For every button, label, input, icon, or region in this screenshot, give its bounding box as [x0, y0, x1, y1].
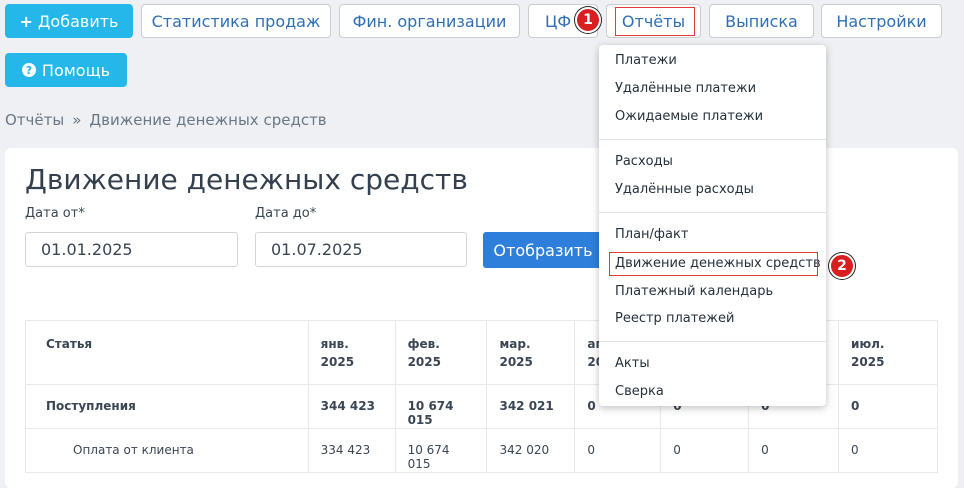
menu-divider: [599, 139, 826, 140]
date-from-label: Дата от*: [25, 206, 85, 221]
column-header: янв. 2025: [307, 320, 396, 385]
date-from-input[interactable]: 01.01.2025: [25, 232, 238, 267]
row-label: Поступления: [25, 384, 309, 429]
question-circle-icon: ?: [21, 63, 36, 77]
breadcrumb-root[interactable]: Отчёты: [5, 111, 64, 129]
date-to-input[interactable]: 01.07.2025: [255, 232, 467, 267]
table-cell: 0: [660, 428, 750, 473]
table-cell: 0: [574, 428, 662, 473]
help-button[interactable]: ? Помощь: [5, 53, 127, 87]
column-header: июл. 2025: [838, 320, 938, 385]
table-row[interactable]: Оплата от клиента 334 423 10 674 015 342…: [25, 428, 938, 473]
menu-item-acts[interactable]: Акты: [615, 356, 650, 371]
statement-button[interactable]: Выписка: [709, 4, 814, 38]
menu-item-payments[interactable]: Платежи: [615, 53, 677, 68]
table-cell: 334 423: [307, 428, 396, 473]
settings-button[interactable]: Настройки: [821, 4, 942, 38]
column-header: мар. 2025: [486, 320, 576, 385]
reports-dropdown-menu: Платежи Удалённые платежи Ожидаемые плат…: [599, 45, 826, 406]
table-cell: 0: [748, 428, 840, 473]
add-button[interactable]: + Добавить: [5, 4, 133, 38]
menu-item-reconciliation[interactable]: Сверка: [615, 384, 664, 399]
fin-orgs-button[interactable]: Фин. организации: [339, 4, 520, 38]
reports-highlight-box: [615, 7, 695, 36]
menu-divider: [599, 212, 826, 213]
breadcrumb-separator: »: [72, 111, 82, 129]
table-cell: 0: [838, 428, 938, 473]
cashflow-highlight-box: [609, 252, 818, 276]
table-cell: 344 423: [307, 384, 396, 429]
step-2-badge: 2: [829, 253, 855, 279]
menu-item-expenses[interactable]: Расходы: [615, 154, 673, 169]
table-cell: 342 020: [486, 428, 576, 473]
menu-item-payment-register[interactable]: Реестр платежей: [615, 311, 734, 326]
breadcrumb: Отчёты » Движение денежных средств: [5, 111, 327, 129]
table-cell: 0: [838, 384, 938, 429]
menu-item-deleted-expenses[interactable]: Удалённые расходы: [615, 182, 754, 197]
table-cell: 10 674 015: [394, 384, 488, 429]
add-button-label: Добавить: [37, 11, 119, 31]
menu-item-payment-calendar[interactable]: Платежный календарь: [615, 284, 773, 299]
sales-stats-button[interactable]: Статистика продаж: [141, 4, 331, 38]
help-button-label: Помощь: [41, 60, 111, 80]
menu-item-deleted-payments[interactable]: Удалённые платежи: [615, 81, 756, 96]
page-title: Движение денежных средств: [25, 163, 468, 196]
menu-item-plan-fact[interactable]: План/факт: [615, 227, 688, 242]
menu-divider: [599, 341, 826, 342]
show-button[interactable]: Отобразить: [483, 232, 603, 268]
column-header: фев. 2025: [394, 320, 488, 385]
table-cell: 342 021: [486, 384, 576, 429]
plus-icon: +: [19, 11, 33, 31]
breadcrumb-current: Движение денежных средств: [89, 111, 327, 129]
date-to-label: Дата до*: [255, 206, 317, 221]
table-cell: 10 674 015: [394, 428, 488, 473]
step-1-badge: 1: [575, 7, 601, 33]
row-label: Оплата от клиента: [25, 428, 309, 473]
menu-item-expected-payments[interactable]: Ожидаемые платежи: [615, 109, 763, 124]
column-header: Статья: [25, 320, 309, 385]
